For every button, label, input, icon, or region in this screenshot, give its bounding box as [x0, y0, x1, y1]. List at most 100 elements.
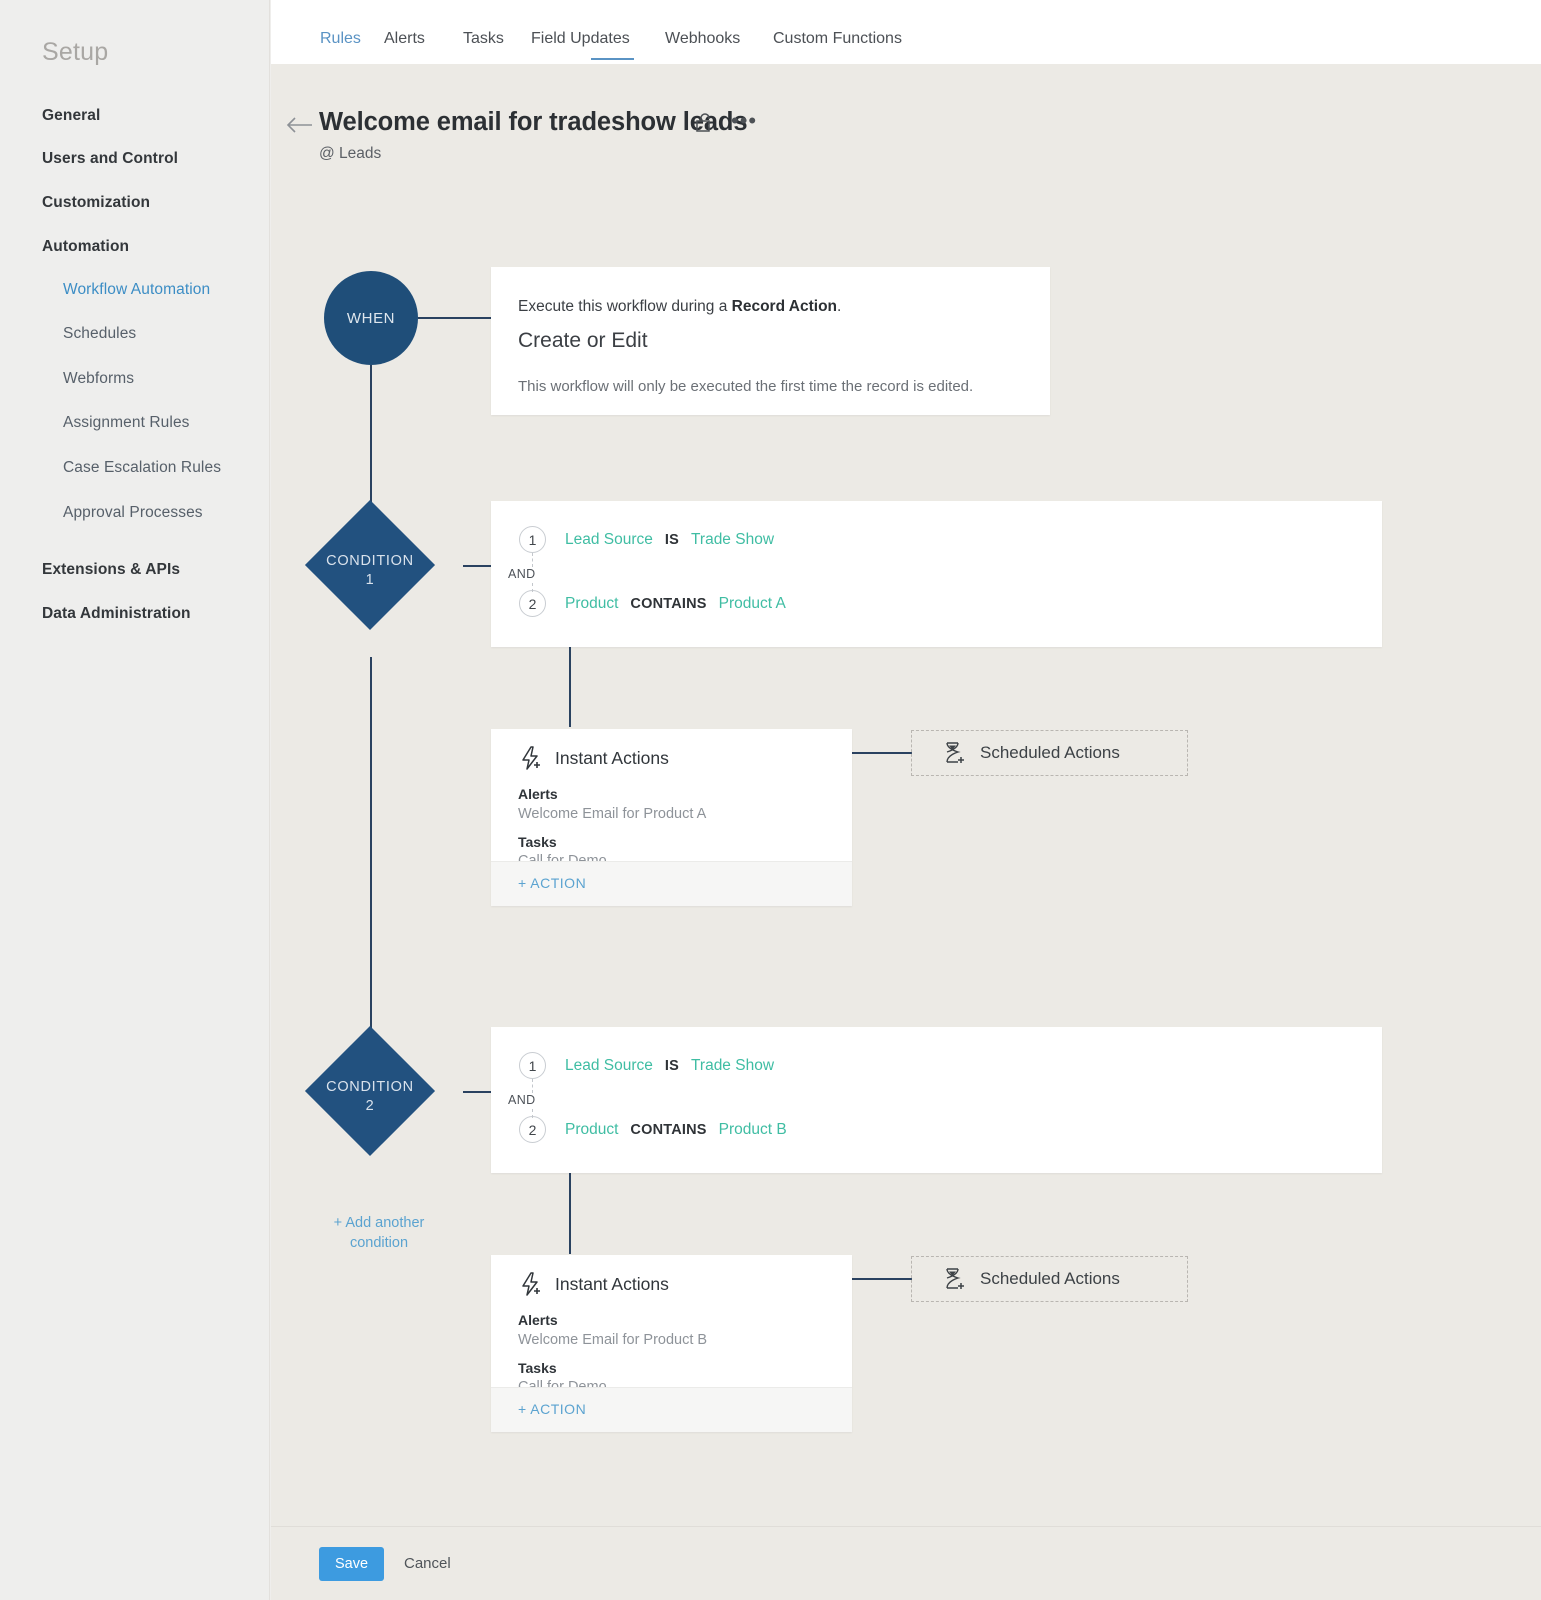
sidebar-item-users-and-control[interactable]: Users and Control: [42, 150, 178, 168]
instant-actions-title: Instant Actions: [555, 747, 669, 768]
criteria-operator[interactable]: IS: [665, 532, 679, 548]
add-condition-line: + Add another: [333, 1215, 425, 1231]
sidebar-item-label: Data Administration: [42, 605, 191, 622]
criteria-field[interactable]: Product: [565, 595, 618, 613]
footer-bar: Save Cancel: [271, 1526, 1541, 1600]
criteria-operator[interactable]: CONTAINS: [630, 596, 706, 612]
criteria-value[interactable]: Trade Show: [691, 1057, 774, 1075]
top-tabbar: Rules Alerts Tasks Field Updates Webhooks Cus…: [271, 0, 1541, 64]
scheduled-actions-label: Scheduled Actions: [980, 1269, 1120, 1288]
connector-instant1-to-scheduled1: [852, 752, 912, 754]
when-suffix: .: [837, 298, 842, 315]
instant-actions-card-2[interactable]: Instant Actions Alerts Welcome Email for P…: [491, 1255, 852, 1432]
criteria-join-dash-top: [532, 1079, 533, 1093]
sidebar-item-case-escalation-rules[interactable]: Case Escalation Rules: [63, 459, 221, 477]
scheduled-actions-box-2[interactable]: Scheduled Actions: [911, 1256, 1188, 1302]
connector-cond2-to-card: [463, 1091, 491, 1093]
connector-cond2card-to-actions: [569, 1164, 571, 1254]
sidebar-item-label: Users and Control: [42, 150, 179, 167]
criteria-field[interactable]: Lead Source: [565, 531, 653, 549]
sidebar-item-label: Schedules: [63, 325, 137, 342]
when-node[interactable]: WHEN: [324, 271, 418, 365]
sidebar-item-data-administration[interactable]: Data Administration: [42, 605, 191, 623]
when-node-label: WHEN: [346, 309, 396, 327]
sidebar-item-schedules[interactable]: Schedules: [63, 325, 136, 343]
when-card[interactable]: Execute this workflow during a Record Ac…: [491, 267, 1050, 415]
tab-field-updates[interactable]: Field Updates: [531, 30, 630, 48]
action-group-value[interactable]: Welcome Email for Product A: [518, 806, 706, 822]
criteria-row[interactable]: 1 Lead Source IS Trade Show: [519, 526, 774, 553]
rule-module-label: @ Leads: [319, 145, 382, 162]
sidebar-item-general[interactable]: General: [42, 107, 100, 125]
sidebar-item-customization[interactable]: Customization: [42, 194, 150, 212]
condition-node-2[interactable]: [304, 1025, 436, 1157]
connector-instant2-to-scheduled2: [852, 1278, 912, 1280]
criteria-operator[interactable]: CONTAINS: [630, 1122, 706, 1138]
tab-custom-functions[interactable]: Custom Functions: [773, 30, 902, 48]
sidebar-item-automation[interactable]: Automation: [42, 238, 129, 256]
when-bold: Record Action: [731, 298, 838, 315]
add-condition-line: condition: [349, 1235, 409, 1251]
sidebar-item-label: Automation: [42, 238, 130, 255]
scheduled-actions-label: Scheduled Actions: [980, 743, 1120, 762]
when-note: This workflow will only be executed the …: [518, 378, 974, 395]
tab-rules[interactable]: Rules: [320, 30, 361, 48]
criteria-value[interactable]: Product B: [719, 1121, 787, 1139]
criteria-field[interactable]: Product: [565, 1121, 618, 1139]
unlocked-padlock-icon[interactable]: [695, 112, 717, 134]
action-group-value[interactable]: Welcome Email for Product B: [518, 1332, 707, 1348]
workflow-canvas: Welcome email for tradeshow leads ••• @ …: [271, 64, 1541, 1526]
instant-actions-header: Instant Actions: [518, 745, 669, 771]
active-tab-underline: [591, 58, 634, 60]
condition-criteria-card-1[interactable]: 1 Lead Source IS Trade Show 2 Product CONTAINS…: [491, 501, 1382, 647]
add-another-condition-link[interactable]: + Add another condition: [319, 1213, 439, 1253]
sidebar-item-webforms[interactable]: Webforms: [63, 370, 134, 388]
connector-cond1card-to-actions: [569, 639, 571, 727]
sidebar-item-extensions-apis[interactable]: Extensions & APIs: [42, 561, 180, 579]
criteria-join-dash-bottom: [532, 1109, 533, 1118]
app-root: Setup General Users and Control Customizat…: [0, 0, 1541, 1600]
criteria-join-label: AND: [508, 567, 536, 581]
criteria-value[interactable]: Product A: [719, 595, 786, 613]
when-prefix: Execute this workflow during a: [518, 298, 732, 315]
save-button[interactable]: Save: [319, 1547, 384, 1581]
add-action-button-1[interactable]: + ACTION: [491, 861, 852, 906]
arrow-left-icon[interactable]: [286, 114, 314, 136]
tab-alerts[interactable]: Alerts: [384, 30, 425, 48]
sidebar-item-assignment-rules[interactable]: Assignment Rules: [63, 414, 190, 432]
connector-cond1-to-card: [463, 565, 491, 567]
condition-criteria-card-2[interactable]: 1 Lead Source IS Trade Show 2 Product CONTAINS…: [491, 1027, 1382, 1173]
sidebar: Setup General Users and Control Customizat…: [0, 0, 270, 1600]
criteria-join-dash-bottom: [532, 583, 533, 592]
sidebar-item-label: Customization: [42, 194, 151, 211]
tab-webhooks[interactable]: Webhooks: [665, 30, 740, 48]
criteria-row[interactable]: 2 Product CONTAINS Product B: [519, 1116, 787, 1143]
criteria-row[interactable]: 1 Lead Source IS Trade Show: [519, 1052, 774, 1079]
criteria-operator[interactable]: IS: [665, 1058, 679, 1074]
criteria-number: 1: [519, 526, 546, 553]
criteria-join-dash-top: [532, 553, 533, 567]
add-action-label: + ACTION: [518, 1401, 587, 1417]
criteria-value[interactable]: Trade Show: [691, 531, 774, 549]
sidebar-item-workflow-automation[interactable]: Workflow Automation: [63, 281, 210, 299]
tab-tasks[interactable]: Tasks: [463, 30, 504, 48]
cancel-button[interactable]: Cancel: [404, 1555, 451, 1572]
sidebar-item-approval-processes[interactable]: Approval Processes: [63, 504, 203, 522]
sidebar-title: Setup: [42, 38, 109, 66]
condition-node-1[interactable]: [304, 499, 436, 631]
sidebar-item-label: Workflow Automation: [63, 281, 211, 298]
criteria-field[interactable]: Lead Source: [565, 1057, 653, 1075]
instant-actions-header: Instant Actions: [518, 1271, 669, 1297]
action-group-label: Alerts: [518, 1312, 558, 1328]
lightning-plus-icon: [518, 745, 544, 771]
sidebar-item-label: Assignment Rules: [63, 414, 190, 431]
sidebar-item-label: Case Escalation Rules: [63, 459, 222, 476]
connector-when-node-to-card: [418, 317, 491, 319]
criteria-row[interactable]: 2 Product CONTAINS Product A: [519, 590, 786, 617]
instant-actions-card-1[interactable]: Instant Actions Alerts Welcome Email for P…: [491, 729, 852, 906]
more-options-icon[interactable]: •••: [731, 110, 757, 132]
criteria-join-label: AND: [508, 1093, 536, 1107]
when-action: Create or Edit: [518, 329, 648, 352]
add-action-button-2[interactable]: + ACTION: [491, 1387, 852, 1432]
scheduled-actions-box-1[interactable]: Scheduled Actions: [911, 730, 1188, 776]
